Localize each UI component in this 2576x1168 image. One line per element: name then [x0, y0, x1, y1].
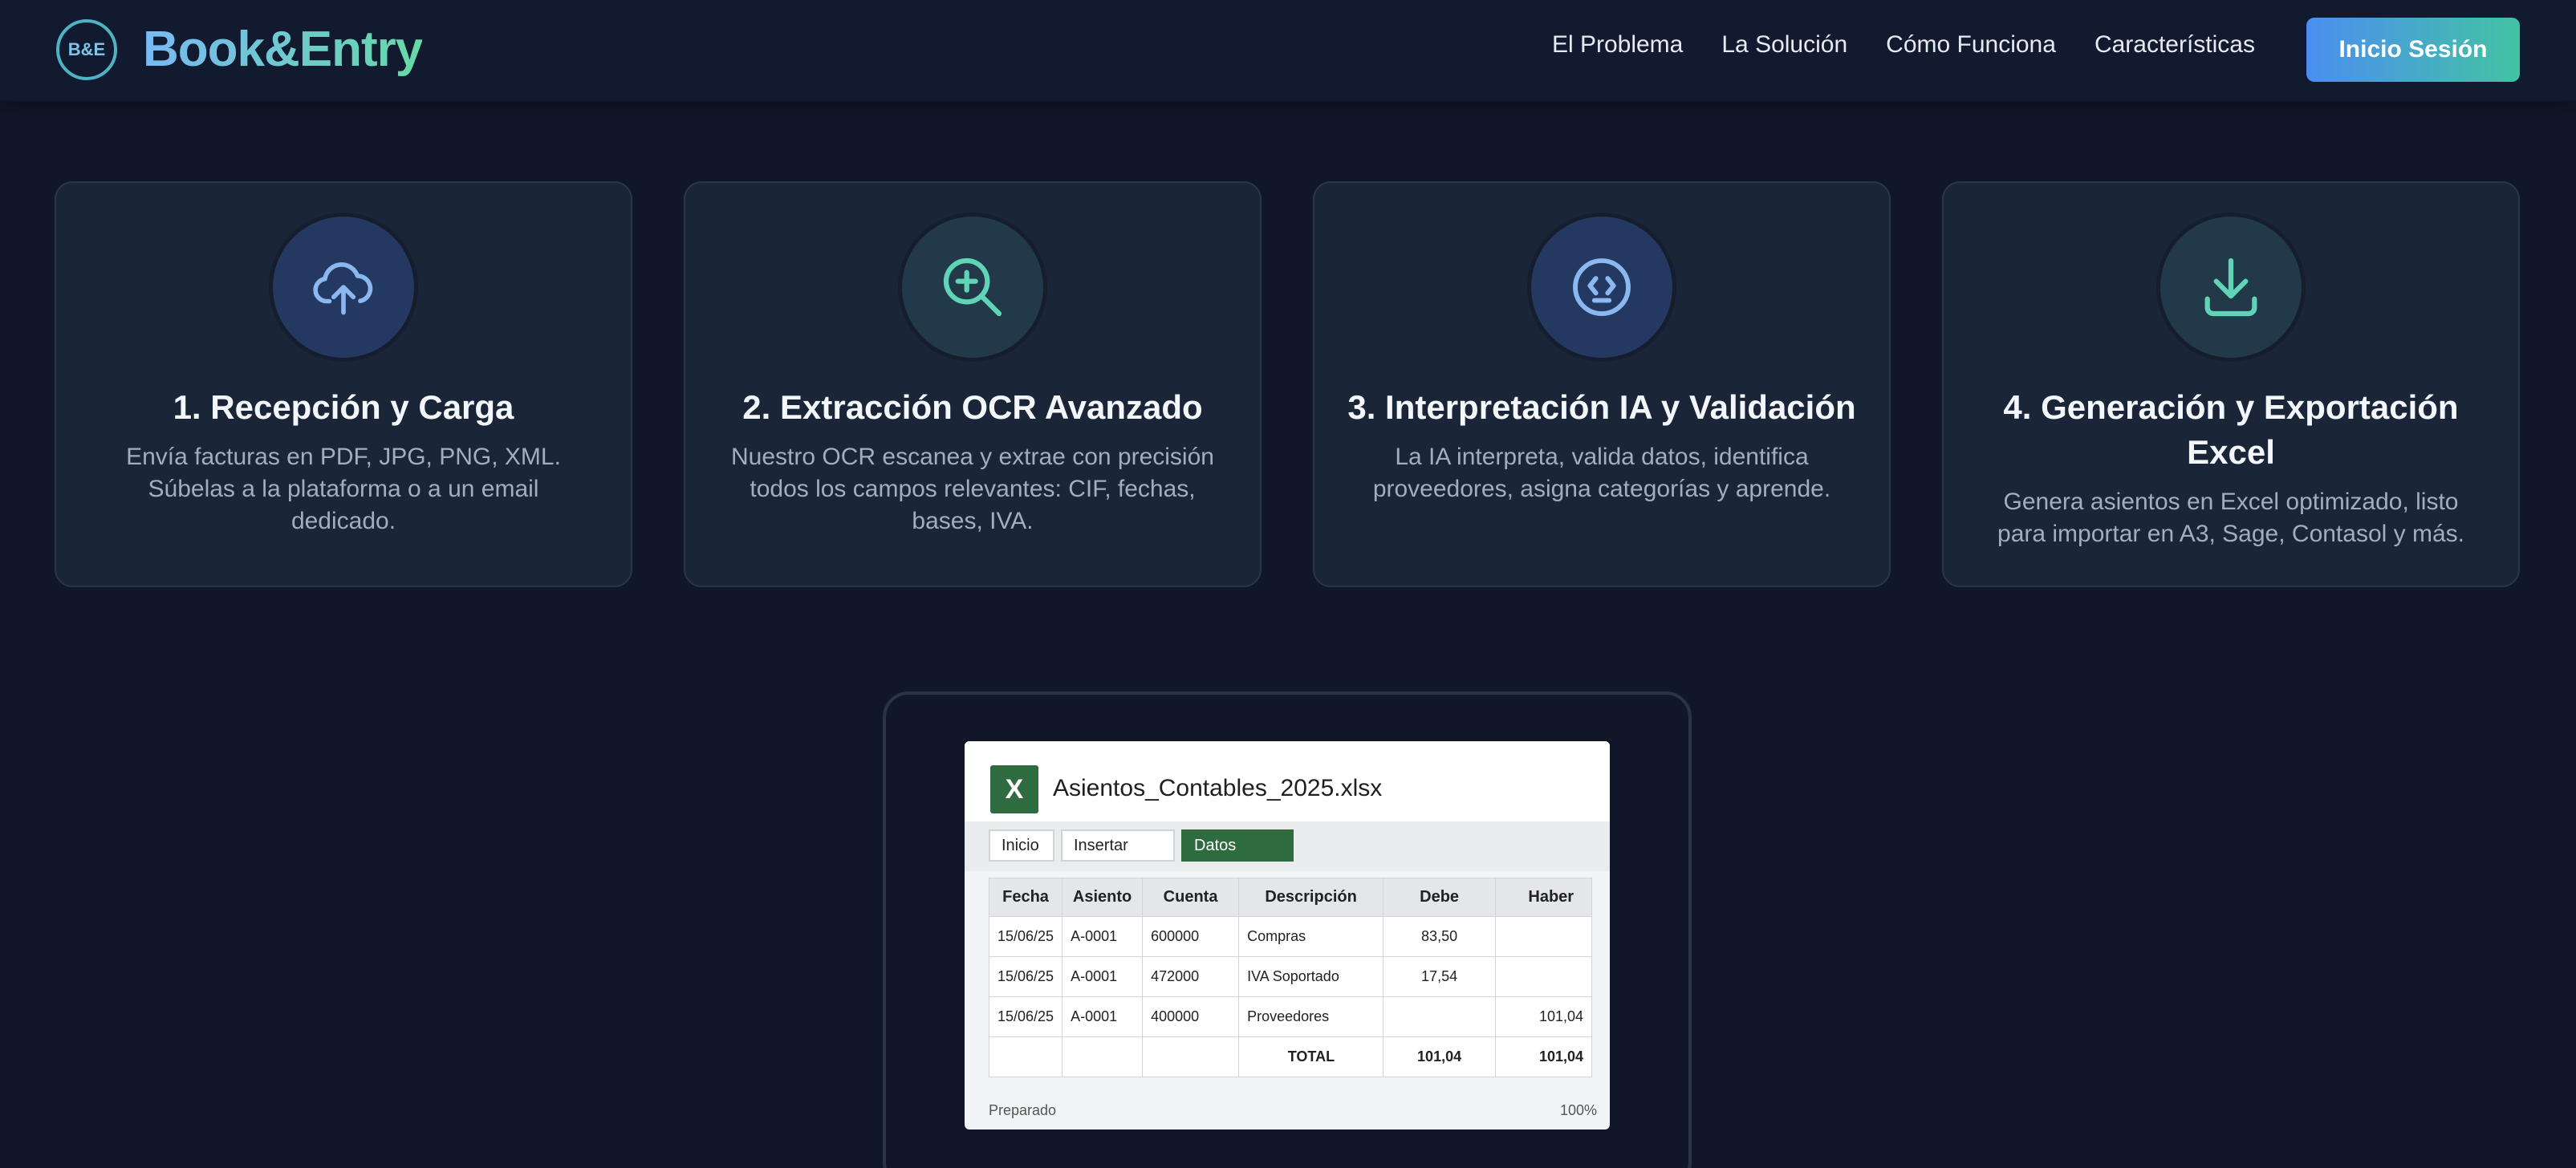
file-name: Asientos_Contables_2025.xlsx [1053, 775, 1383, 801]
step-title: 3. Interpretación IA y Validación [1347, 388, 1856, 426]
zoom-level[interactable]: 100% [1560, 1102, 1597, 1119]
logo-badge[interactable]: B&E [56, 19, 117, 80]
status-text: Preparado [989, 1102, 1057, 1118]
excel-icon: X [990, 765, 1038, 813]
step-card-export: 4. Generación y Exportación Excel Genera… [1942, 181, 2520, 587]
table-cell[interactable]: 101,04 [1383, 1036, 1497, 1077]
table-cell[interactable]: 400000 [1142, 996, 1240, 1037]
table-cell[interactable]: IVA Soportado [1238, 956, 1384, 997]
excel-title-bar: X Asientos_Contables_2025.xlsx [965, 741, 1610, 821]
nav-link-problema[interactable]: El Problema [1552, 31, 1683, 59]
table-row: 15/06/25 A-0001 400000 Proveedores 101,0… [988, 996, 1593, 1037]
table-cell[interactable]: TOTAL [1238, 1036, 1384, 1077]
table-cell[interactable]: 101,04 [1495, 1036, 1593, 1077]
main-nav: El Problema La Solución Cómo Funciona Ca… [1552, 24, 2255, 66]
table-cell[interactable] [1062, 1036, 1144, 1077]
step-description: Envía facturas en PDF, JPG, PNG, XML. Sú… [126, 444, 561, 534]
table-cell[interactable]: 15/06/25 [988, 956, 1063, 997]
table-cell[interactable]: 15/06/25 [988, 996, 1063, 1037]
table-row: 15/06/25 A-0001 472000 IVA Soportado 17,… [988, 956, 1593, 997]
tab-datos[interactable]: Datos [1181, 829, 1294, 862]
table-row: 15/06/25 A-0001 600000 Compras 83,50 [988, 916, 1593, 957]
step-card-reception: 1. Recepción y Carga Envía facturas en P… [55, 181, 632, 587]
table-cell[interactable]: 101,04 [1495, 996, 1593, 1037]
step-description: Nuestro OCR escanea y extrae con precisi… [731, 444, 1214, 534]
table-cell[interactable]: A-0001 [1062, 916, 1144, 957]
brand-name[interactable]: Book&Entry [143, 19, 423, 80]
excel-window: X Asientos_Contables_2025.xlsx Inicio In… [965, 741, 1610, 1129]
table-cell[interactable]: A-0001 [1062, 956, 1144, 997]
tab-insertar[interactable]: Insertar [1061, 829, 1175, 862]
table-cell[interactable] [1383, 996, 1497, 1037]
table-total-row: TOTAL 101,04 101,04 [988, 1036, 1593, 1077]
code-face-icon [1531, 217, 1672, 358]
table-cell[interactable]: 83,50 [1383, 916, 1497, 957]
table-cell[interactable]: Compras [1238, 916, 1384, 957]
nav-link-solucion[interactable]: La Solución [1721, 31, 1847, 59]
nav-link-caracteristicas[interactable]: Características [2095, 31, 2255, 59]
excel-ribbon: Inicio Insertar Datos [965, 821, 1610, 871]
step-card-ocr: 2. Extracción OCR Avanzado Nuestro OCR e… [684, 181, 1262, 587]
table-cell[interactable]: 472000 [1142, 956, 1240, 997]
table-cell[interactable] [1142, 1036, 1240, 1077]
column-header: Descripción [1238, 878, 1384, 917]
step-title: 1. Recepción y Carga [173, 388, 514, 426]
nav-link-como-funciona[interactable]: Cómo Funciona [1886, 31, 2056, 59]
table-cell[interactable] [1495, 956, 1593, 997]
login-button[interactable]: Inicio Sesión [2306, 18, 2520, 82]
zoom-in-icon [902, 217, 1043, 358]
table-cell[interactable] [988, 1036, 1063, 1077]
table-header-row: Fecha Asiento Cuenta Descripción Debe Ha… [988, 878, 1593, 917]
step-title: 2. Extracción OCR Avanzado [742, 388, 1203, 426]
download-icon [2160, 217, 2302, 358]
cloud-upload-icon [273, 217, 414, 358]
step-description: Genera asientos en Excel optimizado, lis… [1997, 489, 2464, 547]
table-cell[interactable]: A-0001 [1062, 996, 1144, 1037]
table-cell[interactable]: 600000 [1142, 916, 1240, 957]
accounting-table: Fecha Asiento Cuenta Descripción Debe Ha… [988, 878, 1593, 1077]
table-cell[interactable]: 17,54 [1383, 956, 1497, 997]
column-header: Cuenta [1142, 878, 1240, 917]
step-description: La IA interpreta, valida datos, identifi… [1372, 444, 1831, 502]
column-header: Asiento [1062, 878, 1144, 917]
table-cell[interactable] [1495, 916, 1593, 957]
table-cell[interactable]: 15/06/25 [988, 916, 1063, 957]
table-cell[interactable]: Proveedores [1238, 996, 1384, 1037]
tab-inicio[interactable]: Inicio [989, 829, 1054, 862]
column-header: Fecha [988, 878, 1063, 917]
column-header: Haber [1495, 878, 1593, 917]
step-title: 4. Generación y Exportación Excel [2003, 388, 2459, 471]
column-header: Debe [1383, 878, 1497, 917]
top-navbar: B&E Book&Entry El Problema La Solución C… [0, 0, 2576, 101]
step-card-ai: 3. Interpretación IA y Validación La IA … [1313, 181, 1891, 587]
